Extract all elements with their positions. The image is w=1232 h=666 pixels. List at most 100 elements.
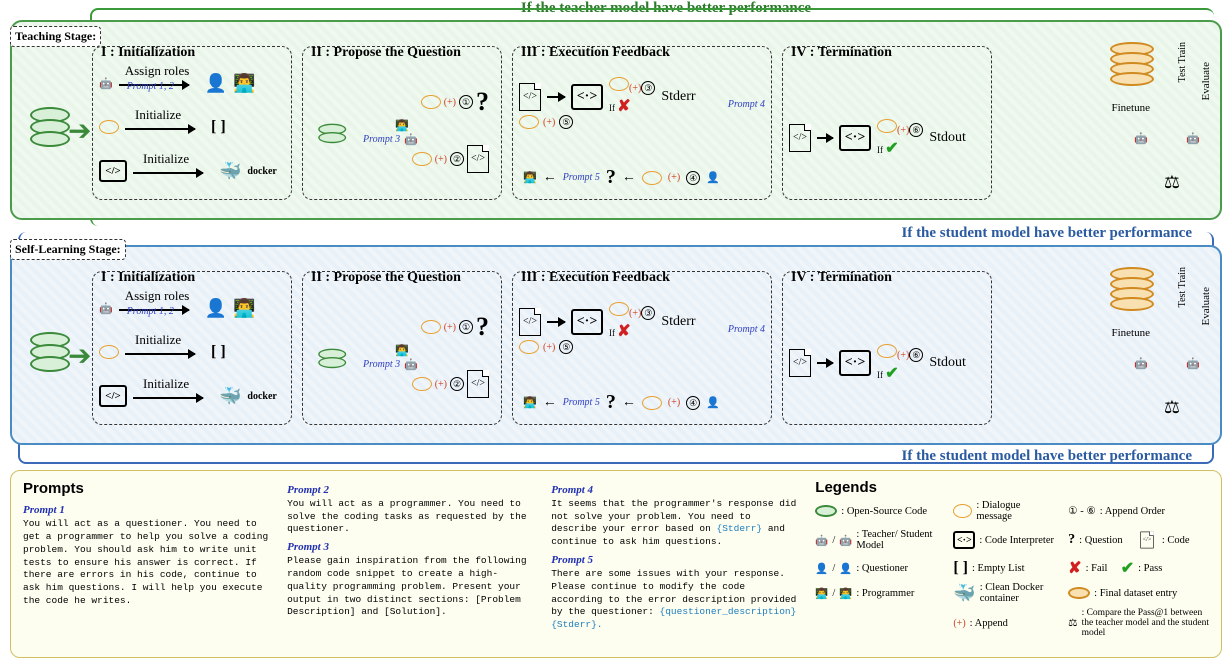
questioner-icon: 👤 (815, 562, 828, 575)
code-interpreter-icon: <·> (953, 531, 975, 549)
questioner-icon: 👤 (205, 298, 227, 319)
assign-roles-label: Assign roles (125, 63, 190, 79)
arrow-icon (817, 137, 833, 139)
programmer-icon: 👨‍💻 (233, 73, 255, 94)
stdout-label: Stdout (929, 355, 966, 371)
append-label: (+) (543, 117, 555, 128)
programmer-icon: 👨‍💻 (815, 587, 828, 600)
phase1-title-self: I : Initialization (101, 270, 195, 286)
order-3-icon: ③ (641, 81, 655, 95)
empty-list-icon: [ ] (211, 343, 226, 361)
order-4-icon: ④ (686, 171, 700, 185)
append-label: (+) (897, 125, 909, 136)
programmer-icon: 👨‍💻 (233, 298, 255, 319)
prompt4-ref: Prompt 4 (728, 324, 765, 335)
stdout-label: Stdout (929, 130, 966, 146)
prompt3-head: Prompt 3 (287, 540, 533, 555)
legend-append: : Append (970, 618, 1008, 629)
self-learning-stage: Self-Learning Stage: ➔ I : Initializatio… (10, 245, 1222, 445)
stderr-label: Stderr (661, 89, 695, 105)
dialogue-icon (421, 95, 441, 109)
code-interpreter-icon: </> (99, 385, 127, 407)
phase3-title: III : Execution Feedback (521, 45, 670, 61)
programmer-icon: 👨‍💻 (839, 587, 852, 600)
legend-teacher-student: : Teacher/ Student Model (856, 529, 939, 551)
empty-list-icon: [ ] (953, 559, 968, 577)
append-label: (+) (897, 350, 909, 361)
phase4-title-self: IV : Termination (791, 270, 892, 286)
robot-icon: 🤖 (1134, 132, 1148, 145)
legend-programmer: : Programmer (856, 588, 914, 599)
input-arrow-icon: ➔ (68, 339, 91, 373)
dialogue-icon (642, 171, 662, 185)
docker-icon: 🐳 (219, 161, 241, 182)
legend-questioner: : Questioner (856, 563, 908, 574)
prompt5-head: Prompt 5 (551, 553, 797, 568)
order-2-icon: ② (450, 377, 464, 391)
append-label: (+) (444, 97, 456, 108)
finetune-label-self: Finetune (1112, 327, 1151, 339)
legends: Legends : Open-Source Code : Dialogue me… (815, 479, 1209, 649)
initialize-label-2: Initialize (143, 151, 189, 167)
prompts-legends-panel: Prompts Prompt 1 You will act as a quest… (10, 470, 1222, 658)
append-label: (+) (668, 397, 680, 408)
phase2-title: II : Propose the Question (311, 45, 461, 61)
arrow-icon (547, 96, 565, 98)
legend-open-source: : Open-Source Code (841, 506, 927, 517)
scale-icon: ⚖ (1068, 617, 1077, 629)
prompts-title: Prompts (23, 479, 269, 499)
docker-icon: 🐳 (219, 386, 241, 407)
order-5-icon: ⑤ (559, 115, 573, 129)
phase-initialization-self: I : Initialization 🤖 Assign roles Prompt… (92, 271, 292, 425)
docker-label: docker (247, 166, 276, 177)
code-doc-icon: </> (467, 370, 489, 398)
order-range-label: ① - ⑥ (1068, 505, 1096, 517)
assign-roles-label: Assign roles (125, 288, 190, 304)
phase-execution-feedback: III : Execution Feedback </> <·> (+)③ If… (512, 46, 772, 200)
arrow-icon (133, 172, 203, 174)
if-label: If (609, 103, 615, 113)
phase4-title: IV : Termination (791, 45, 892, 61)
phase-initialization: I : Initialization 🤖 Assign roles Prompt… (92, 46, 292, 200)
phase-execution-feedback-self: III : Execution Feedback </> <·> (+)③ If… (512, 271, 772, 425)
teaching-stage: Teaching Stage: ➔ I : Initialization 🤖 A… (10, 20, 1222, 220)
legend-docker: : Clean Docker container (980, 582, 1054, 604)
code-interpreter-icon: <·> (571, 309, 603, 335)
fail-icon: ✘ (617, 323, 630, 340)
legend-fail: : Fail (1086, 563, 1108, 574)
docker-label: docker (247, 391, 276, 402)
test-train-label: Test Train (1177, 42, 1188, 82)
dialogue-icon (953, 504, 972, 518)
student-better-banner-2: If the student model have better perform… (901, 448, 1192, 465)
append-label: (+) (435, 154, 447, 165)
phase-propose-question-self: II : Propose the Question Prompt 3 🤖 (+)… (302, 271, 502, 425)
dialogue-icon (642, 396, 662, 410)
question-icon: ? (1068, 532, 1075, 548)
code-doc-icon: </> (789, 124, 811, 152)
order-3-icon: ③ (641, 306, 655, 320)
code-doc-icon: </> (789, 349, 811, 377)
dialogue-icon (99, 345, 119, 359)
robot-icon: 🤖 (815, 534, 828, 547)
dialogue-icon (609, 302, 629, 316)
order-1-icon: ① (459, 95, 473, 109)
legend-empty-list: : Empty List (972, 563, 1025, 574)
pass-icon: ✔ (885, 140, 898, 157)
if-label: If (609, 328, 615, 338)
append-label: (+) (444, 322, 456, 333)
phase-propose-question: II : Propose the Question Prompt 3 🤖 (+)… (302, 46, 502, 200)
order-4-icon: ④ (686, 396, 700, 410)
dialogue-icon (412, 377, 432, 391)
prompt4-body: It seems that the programmer's response … (551, 498, 797, 549)
append-label: (+) (435, 379, 447, 390)
empty-list-icon: [ ] (211, 118, 226, 136)
finetune-label: Finetune (1112, 102, 1151, 114)
if-label: If (877, 370, 883, 380)
order-6-icon: ⑥ (909, 123, 923, 137)
programmer-icon: 👨‍💻 (395, 119, 409, 132)
robot-icon: 🤖 (404, 133, 418, 146)
initialize-label-1: Initialize (135, 107, 181, 123)
open-source-code-icon (815, 505, 837, 517)
phase2-title-self: II : Propose the Question (311, 270, 461, 286)
question-icon: ? (476, 312, 489, 342)
